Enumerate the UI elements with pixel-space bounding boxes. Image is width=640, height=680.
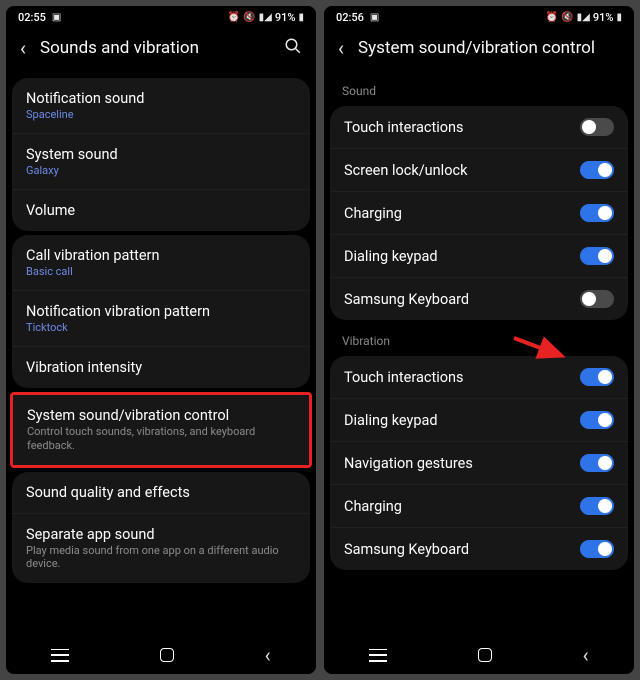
row-title: Charging [344,498,580,515]
row-title: System sound/vibration control [27,407,295,424]
battery-percent: 91% [593,11,614,24]
nav-bar: ‹ [6,636,316,674]
settings-row[interactable]: Dialing keypad [330,235,628,278]
row-title: Navigation gestures [344,455,580,472]
row-title: Notification sound [26,90,296,107]
image-indicator-icon: ▣ [52,12,61,23]
settings-row[interactable]: Touch interactions [330,356,628,399]
settings-group: Touch interactions Screen lock/unlock Char… [330,106,628,320]
home-button[interactable] [478,648,492,662]
settings-row[interactable]: Charging [330,192,628,235]
toggle-switch[interactable] [580,247,614,265]
row-title: Volume [26,202,296,219]
settings-row[interactable]: Vibration intensity [12,347,310,388]
content-right: Sound Touch interactions Screen lock/unloc… [324,74,634,636]
clock: 02:56 [336,11,364,24]
recents-button[interactable] [51,649,69,662]
search-icon[interactable] [284,37,302,60]
page-title: System sound/vibration control [358,38,620,58]
back-button[interactable]: ‹ [583,643,589,667]
mute-icon: 🔇 [243,12,255,23]
mute-icon: 🔇 [561,12,573,23]
title-bar: ‹ Sounds and vibration [6,28,316,74]
row-title: Vibration intensity [26,359,296,376]
settings-row[interactable]: Dialing keypad [330,399,628,442]
section-header: Sound [324,74,634,102]
signal-icon: ▮◢ [259,12,272,23]
page-title: Sounds and vibration [40,38,284,58]
settings-row[interactable]: System sound/vibration controlControl to… [13,395,309,465]
row-subtitle: Basic call [26,265,296,278]
row-title: Samsung Keyboard [344,291,580,308]
settings-row[interactable]: Samsung Keyboard [330,278,628,320]
row-title: Charging [344,205,580,222]
section-header: Vibration [324,324,634,352]
alarm-icon: ⏰ [546,12,558,23]
clock: 02:55 [18,11,46,24]
settings-row[interactable]: Screen lock/unlock [330,149,628,192]
row-title: Dialing keypad [344,412,580,429]
toggle-switch[interactable] [580,161,614,179]
settings-row[interactable]: Samsung Keyboard [330,528,628,570]
row-subtitle: Control touch sounds, vibrations, and ke… [27,425,295,453]
screenshot-right: 02:56 ▣ ⏰ 🔇 ▮◢ 91% ▮ ‹ System sound/vibr… [324,6,634,674]
back-icon[interactable]: ‹ [338,36,344,60]
battery-icon: ▮ [616,12,622,23]
row-subtitle: Galaxy [26,164,296,177]
status-bar: 02:55 ▣ ⏰ 🔇 ▮◢ 91% ▮ [6,6,316,28]
settings-row[interactable]: Call vibration patternBasic call [12,235,310,291]
settings-row[interactable]: Volume [12,190,310,231]
settings-row[interactable]: Sound quality and effects [12,472,310,514]
settings-group: Notification soundSpacelineSystem soundG… [12,78,310,231]
row-title: Samsung Keyboard [344,541,580,558]
content-left: Notification soundSpacelineSystem soundG… [6,74,316,636]
row-subtitle: Play media sound from one app on a diffe… [26,544,296,572]
row-subtitle: Ticktock [26,321,296,334]
settings-row[interactable]: Charging [330,485,628,528]
back-button[interactable]: ‹ [265,643,271,667]
alarm-icon: ⏰ [228,12,240,23]
row-subtitle: Spaceline [26,108,296,121]
toggle-switch[interactable] [580,368,614,386]
row-title: Dialing keypad [344,248,580,265]
toggle-switch[interactable] [580,204,614,222]
title-bar: ‹ System sound/vibration control [324,28,634,74]
settings-group: Touch interactions Dialing keypad Navigati… [330,356,628,570]
row-title: Touch interactions [344,369,580,386]
signal-icon: ▮◢ [577,12,590,23]
settings-row[interactable]: Separate app soundPlay media sound from … [12,514,310,584]
row-title: System sound [26,146,296,163]
row-title: Sound quality and effects [26,484,296,501]
row-title: Notification vibration pattern [26,303,296,320]
image-indicator-icon: ▣ [370,12,379,23]
battery-percent: 91% [275,11,296,24]
settings-group: Sound quality and effects Separate app so… [12,472,310,584]
settings-row[interactable]: Notification vibration patternTicktock [12,291,310,347]
row-title: Separate app sound [26,526,296,543]
home-button[interactable] [160,648,174,662]
battery-icon: ▮ [298,12,304,23]
toggle-switch[interactable] [580,540,614,558]
row-title: Touch interactions [344,119,580,136]
row-title: Screen lock/unlock [344,162,580,179]
settings-group: System sound/vibration controlControl to… [13,395,309,465]
row-title: Call vibration pattern [26,247,296,264]
back-icon[interactable]: ‹ [20,36,26,60]
toggle-switch[interactable] [580,118,614,136]
toggle-switch[interactable] [580,290,614,308]
settings-row[interactable]: Navigation gestures [330,442,628,485]
screenshot-left: 02:55 ▣ ⏰ 🔇 ▮◢ 91% ▮ ‹ Sounds and vibrat… [6,6,316,674]
settings-group: Call vibration patternBasic callNotifica… [12,235,310,388]
toggle-switch[interactable] [580,411,614,429]
status-bar: 02:56 ▣ ⏰ 🔇 ▮◢ 91% ▮ [324,6,634,28]
nav-bar: ‹ [324,636,634,674]
toggle-switch[interactable] [580,454,614,472]
toggle-switch[interactable] [580,497,614,515]
settings-row[interactable]: System soundGalaxy [12,134,310,190]
settings-row[interactable]: Touch interactions [330,106,628,149]
recents-button[interactable] [369,649,387,662]
settings-row[interactable]: Notification soundSpaceline [12,78,310,134]
